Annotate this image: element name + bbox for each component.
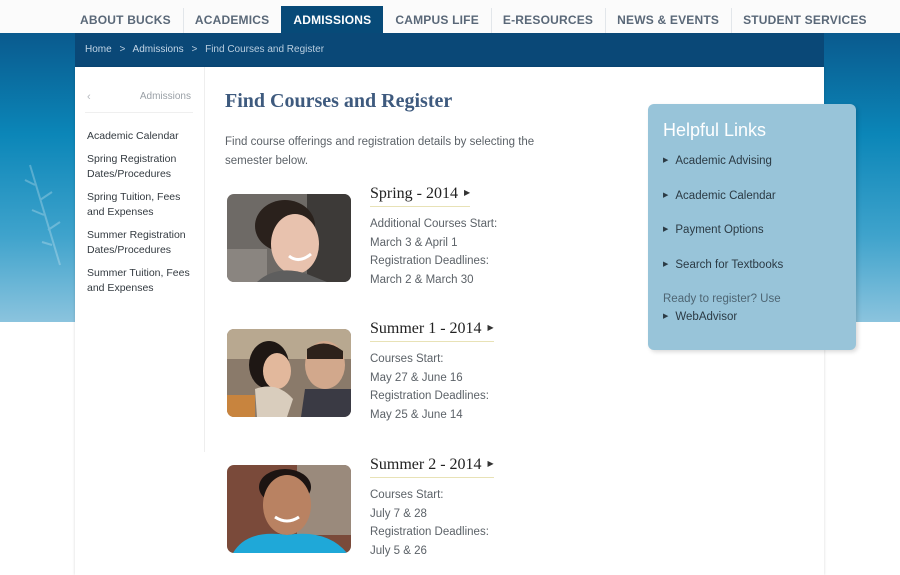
term-card: Spring - 2014 ▶ Additional Courses Start:… (227, 185, 527, 294)
nav-about-bucks[interactable]: ABOUT BUCKS (68, 6, 183, 33)
arrow-right-icon: ▶ (487, 323, 494, 332)
helpful-link-academic-advising[interactable]: ▶ Academic Advising (663, 155, 783, 190)
helpful-links-title: Helpful Links (663, 120, 767, 140)
term-title-link[interactable]: Spring - 2014 ▶ (370, 185, 471, 207)
arrow-right-icon: ▶ (464, 188, 471, 197)
sidebar-item-summer-registration[interactable]: Summer Registration Dates/Procedures (87, 228, 199, 258)
term-detail-value: March 3 & April 1 (370, 236, 458, 249)
helpful-link-payment-options[interactable]: ▶ Payment Options (663, 224, 783, 259)
back-chevron-icon[interactable]: ‹ (87, 91, 91, 103)
term-detail-value: March 2 & March 30 (370, 273, 474, 286)
term-details: Additional Courses Start: March 3 & Apri… (370, 215, 497, 289)
sidebar-item-academic-calendar[interactable]: Academic Calendar (87, 129, 199, 144)
decorative-leaf-icon (24, 164, 61, 266)
term-detail-value: July 7 & 28 (370, 507, 427, 520)
breadcrumb-separator: > (191, 44, 198, 55)
sidebar-header: ‹ Admissions (85, 91, 193, 113)
sidebar: ‹ Admissions Academic Calendar Spring Re… (75, 67, 205, 452)
term-detail-label: Additional Courses Start: (370, 218, 498, 230)
nav-campus-life[interactable]: CAMPUS LIFE (383, 6, 491, 33)
sidebar-item-spring-tuition[interactable]: Spring Tuition, Fees and Expenses (87, 190, 199, 220)
nav-e-resources[interactable]: E-RESOURCES (490, 6, 605, 34)
breadcrumb-admissions[interactable]: Admissions (133, 44, 184, 55)
term-title-link[interactable]: Summer 2 - 2014 ▶ (370, 456, 494, 478)
arrow-right-icon: ▶ (487, 459, 494, 468)
term-detail-label: Registration Deadlines: (370, 526, 489, 538)
term-details: Courses Start: May 27 & June 16 Registra… (370, 350, 489, 424)
student-photo[interactable] (227, 194, 351, 282)
helpful-links-box: Helpful Links ▶ Academic Advising ▶ Academ… (648, 104, 856, 350)
bullet-arrow-icon: ▶ (663, 157, 669, 164)
bullet-arrow-icon: ▶ (663, 226, 669, 233)
helpful-link-academic-calendar[interactable]: ▶ Academic Calendar (663, 190, 783, 225)
webadvisor-link[interactable]: ▶ WebAdvisor (663, 311, 737, 323)
breadcrumb: Home > Admissions > Find Courses and Reg… (75, 33, 824, 67)
term-detail-label: Courses Start: (370, 489, 444, 501)
term-detail-value: May 25 & June 14 (370, 408, 463, 421)
bullet-arrow-icon: ▶ (663, 313, 669, 320)
bullet-arrow-icon: ▶ (663, 191, 669, 199)
breadcrumb-current: Find Courses and Register (205, 44, 325, 55)
nav-student-services[interactable]: STUDENT SERVICES (731, 6, 879, 34)
ready-to-register-text: Ready to register? Use (663, 293, 781, 305)
nav-admissions[interactable]: ADMISSIONS (281, 6, 384, 33)
term-detail-label: Registration Deadlines: (370, 255, 489, 267)
helpful-link-search-textbooks[interactable]: ▶ Search for Textbooks (663, 259, 783, 294)
bullet-arrow-icon: ▶ (663, 260, 669, 268)
term-detail-label: Courses Start: (370, 353, 444, 365)
term-detail-label: Registration Deadlines: (370, 390, 489, 402)
term-detail-value: May 27 & June 16 (370, 371, 463, 384)
term-card: Summer 2 - 2014 ▶ Courses Start: July 7 &… (227, 456, 527, 565)
sidebar-item-summer-tuition[interactable]: Summer Tuition, Fees and Expenses (87, 266, 199, 296)
term-details: Courses Start: July 7 & 28 Registration … (370, 486, 489, 560)
breadcrumb-separator: > (119, 44, 126, 55)
sidebar-item-spring-registration[interactable]: Spring Registration Dates/Procedures (87, 152, 199, 182)
main-navigation: ABOUT BUCKS ACADEMICS ADMISSIONS CAMPUS … (0, 0, 900, 34)
student-photo[interactable] (227, 329, 351, 417)
term-card: Summer 1 - 2014 ▶ Courses Start: May 27 &… (227, 320, 527, 429)
page-title: Find Courses and Register (225, 90, 453, 112)
intro-text: Find course offerings and registration d… (225, 136, 535, 167)
student-photo[interactable] (227, 465, 351, 553)
term-title-link[interactable]: Summer 1 - 2014 ▶ (370, 320, 494, 342)
breadcrumb-home[interactable]: Home (85, 44, 112, 55)
nav-academics[interactable]: ACADEMICS (182, 6, 281, 34)
sidebar-section-title[interactable]: Admissions (140, 91, 191, 102)
nav-news-events[interactable]: NEWS & EVENTS (605, 6, 731, 34)
term-detail-value: July 5 & 26 (370, 544, 427, 557)
